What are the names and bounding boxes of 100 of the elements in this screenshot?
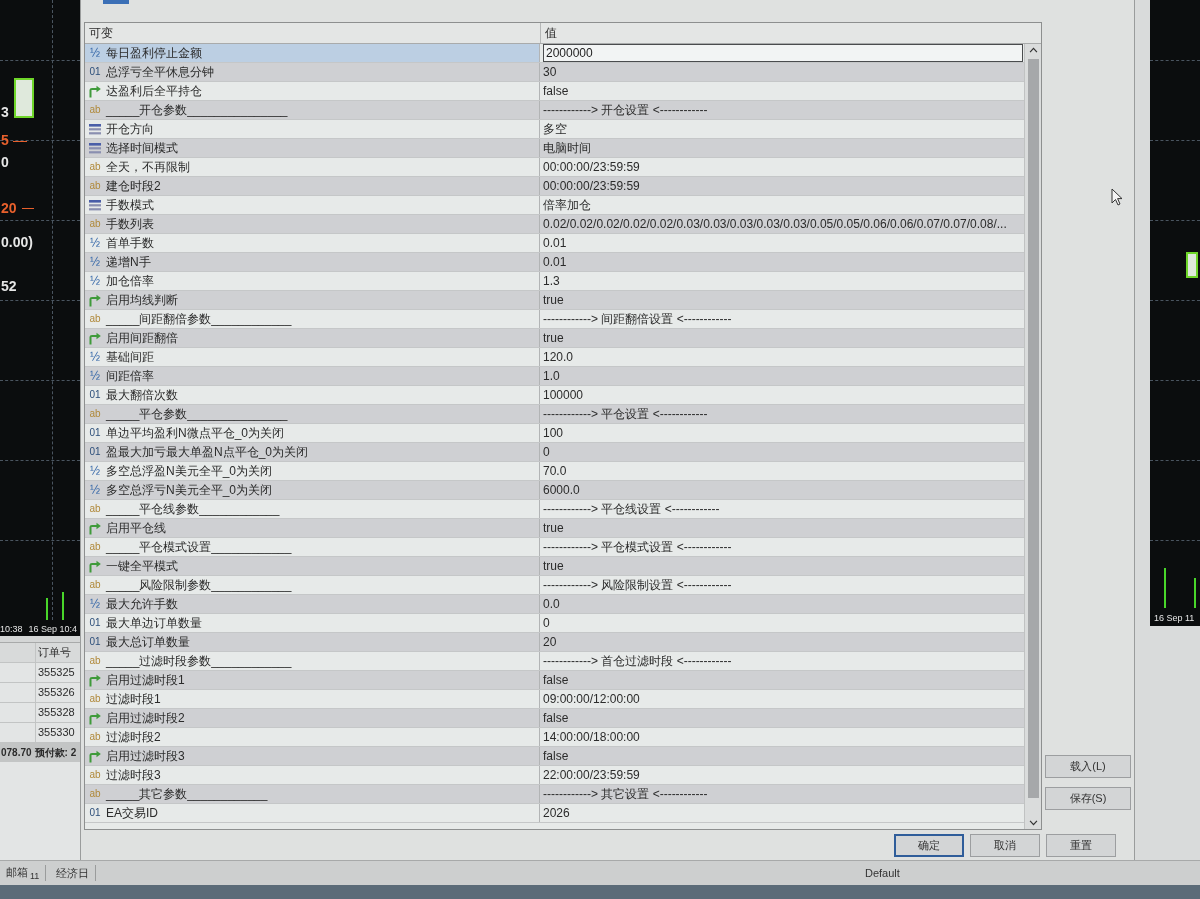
param-name: 过滤时段1 xyxy=(106,691,161,708)
param-row[interactable]: ½ 加仓倍率 1.3 xyxy=(85,272,1024,291)
param-name: _____过滤时段参数____________ xyxy=(106,653,292,670)
param-row[interactable]: 选择时间模式 电脑时间 xyxy=(85,139,1024,158)
param-row[interactable]: 01 最大翻倍次数 100000 xyxy=(85,386,1024,405)
dialog-button[interactable]: 确定 xyxy=(894,833,964,857)
param-value: 0.01 xyxy=(543,254,567,271)
param-name: 多空总浮盈N美元全平_0为关闭 xyxy=(106,463,272,480)
param-name: _____风险限制参数____________ xyxy=(106,577,292,594)
param-row[interactable]: 01 最大单边订单数量 0 xyxy=(85,614,1024,633)
param-name: 最大单边订单数量 xyxy=(106,615,202,632)
candle xyxy=(14,78,34,118)
param-row[interactable]: ab 建仓时段2 00:00:00/23:59:59 xyxy=(85,177,1024,196)
digits-icon: 01 xyxy=(88,636,102,648)
param-row[interactable]: ½ 基础间距 120.0 xyxy=(85,348,1024,367)
dialog-button[interactable]: 载入(L) xyxy=(1045,755,1131,778)
param-row[interactable]: 启用均线判断 true xyxy=(85,291,1024,310)
param-row[interactable]: 启用过滤时段3 false xyxy=(85,747,1024,766)
param-row[interactable]: ab _____开仓参数_______________ ------------> 开仓设置 <------------ xyxy=(85,101,1024,120)
param-name: 总浮亏全平休息分钟 xyxy=(106,64,214,81)
scroll-up-icon[interactable] xyxy=(1028,47,1038,53)
param-name: 手数列表 xyxy=(106,216,154,233)
param-value: 多空 xyxy=(543,121,567,138)
param-row[interactable]: 手数模式 倍率加仓 xyxy=(85,196,1024,215)
param-value: 0.0 xyxy=(543,596,560,613)
param-value: false xyxy=(543,748,569,765)
param-row[interactable]: 启用过滤时段2 false xyxy=(85,709,1024,728)
param-row[interactable]: ab 过滤时段3 22:00:00/23:59:59 xyxy=(85,766,1024,785)
param-row[interactable]: 01 盈最大加亏最大单盈N点平仓_0为关闭 0 xyxy=(85,443,1024,462)
dialog-button[interactable]: 重置 xyxy=(1046,833,1116,857)
param-row[interactable]: ½ 最大允许手数 0.0 xyxy=(85,595,1024,614)
terminal-tab[interactable]: 邮箱 $_{11}$ xyxy=(4,864,47,882)
param-name: 盈最大加亏最大单盈N点平仓_0为关闭 xyxy=(106,444,308,461)
param-value: 100 xyxy=(543,425,564,442)
param-row[interactable]: ½ 多空总浮亏N美元全平_0为关闭 6000.0 xyxy=(85,481,1024,500)
dialog-button[interactable]: 保存(S) xyxy=(1045,787,1131,810)
param-row[interactable]: 启用平仓线 true xyxy=(85,519,1024,538)
scrollbar-thumb[interactable] xyxy=(1027,59,1039,798)
list-icon xyxy=(88,122,102,136)
fraction-icon: ½ xyxy=(88,47,102,59)
param-row[interactable]: 开仓方向 多空 xyxy=(85,120,1024,139)
param-row[interactable]: 达盈利后全平持仓 false xyxy=(85,82,1024,101)
param-value: 14:00:00/18:00:00 xyxy=(543,729,640,746)
param-row[interactable]: ab _____平仓模式设置____________ ------------> 平仓模式设置 <------------ xyxy=(85,538,1024,557)
param-row[interactable]: ½ 递增N手 0.01 xyxy=(85,253,1024,272)
param-row[interactable]: 一键全平模式 true xyxy=(85,557,1024,576)
letters-icon: ab xyxy=(88,218,102,230)
value-input[interactable]: 2000000 xyxy=(543,44,1023,62)
param-name: 每日盈利停止金额 xyxy=(106,45,202,62)
column-header: 订单号 xyxy=(37,645,72,660)
letters-icon: ab xyxy=(88,693,102,705)
balance-text: 078.70 xyxy=(1,747,32,758)
param-row[interactable]: ½ 首单手数 0.01 xyxy=(85,234,1024,253)
param-name: 过滤时段3 xyxy=(106,767,161,784)
param-row[interactable]: ab _____风险限制参数____________ ------------> 风险限制设置 <------------ xyxy=(85,576,1024,595)
param-row[interactable]: 启用间距翻倍 true xyxy=(85,329,1024,348)
param-row[interactable]: ab _____其它参数____________ ------------> 其它设置 <------------ xyxy=(85,785,1024,804)
param-row[interactable]: 01 EA交易ID 2026 xyxy=(85,804,1024,823)
param-row[interactable]: ab 手数列表 0.02/0.02/0.02/0.02/0.02/0.03/0.03/0.03/0.03/0.03/0.05/0.05/0.06/0.06/0.07/0.07/0.08/... xyxy=(85,215,1024,234)
param-name: 启用过滤时段1 xyxy=(106,672,185,689)
param-row[interactable]: ab 全天，不再限制 00:00:00/23:59:59 xyxy=(85,158,1024,177)
param-row[interactable]: ab _____平仓参数_______________ ------------> 平仓设置 <------------ xyxy=(85,405,1024,424)
param-row[interactable]: ab _____间距翻倍参数____________ ------------> 间距翻倍设置 <------------ xyxy=(85,310,1024,329)
param-row[interactable]: ½ 间距倍率 1.0 xyxy=(85,367,1024,386)
param-name: 选择时间模式 xyxy=(106,140,178,157)
param-row[interactable]: ab _____平仓线参数____________ ------------> 平仓线设置 <------------ xyxy=(85,500,1024,519)
param-name: 启用过滤时段2 xyxy=(106,710,185,727)
price-label: 3 xyxy=(1,104,9,120)
param-value: 0.02/0.02/0.02/0.02/0.02/0.03/0.03/0.03/0.03/0.03/0.05/0.05/0.06/0.06/0.07/0.07/0.08/... xyxy=(543,216,1007,233)
dialog-button[interactable]: 取消 xyxy=(970,833,1040,857)
param-name: 递增N手 xyxy=(106,254,151,271)
terminal-tab[interactable]: 经济日 xyxy=(54,864,97,882)
param-row[interactable]: 01 最大总订单数量 20 xyxy=(85,633,1024,652)
param-name: 间距倍率 xyxy=(106,368,154,385)
param-name: 一键全平模式 xyxy=(106,558,178,575)
param-value: true xyxy=(543,520,564,537)
fraction-icon: ½ xyxy=(88,351,102,363)
param-name: 达盈利后全平持仓 xyxy=(106,83,202,100)
list-icon xyxy=(88,141,102,155)
param-row[interactable]: ½ 多空总浮盈N美元全平_0为关闭 70.0 xyxy=(85,462,1024,481)
letters-icon: ab xyxy=(88,408,102,420)
param-value: 00:00:00/23:59:59 xyxy=(543,159,640,176)
param-row[interactable]: ab _____过滤时段参数____________ ------------> 首仓过滤时段 <------------ xyxy=(85,652,1024,671)
price-label: 0.00) xyxy=(1,234,33,250)
param-row[interactable]: ab 过滤时段2 14:00:00/18:00:00 xyxy=(85,728,1024,747)
param-name: _____平仓线参数____________ xyxy=(106,501,280,518)
fraction-icon: ½ xyxy=(88,465,102,477)
digits-icon: 01 xyxy=(88,66,102,78)
param-row[interactable]: ab 过滤时段1 09:00:00/12:00:00 xyxy=(85,690,1024,709)
param-name: _____平仓模式设置____________ xyxy=(106,539,292,556)
param-row[interactable]: ½ 每日盈利停止金额 2000000 xyxy=(85,44,1024,63)
param-row[interactable]: 01 总浮亏全平休息分钟 30 xyxy=(85,63,1024,82)
param-value: 09:00:00/12:00:00 xyxy=(543,691,640,708)
param-name: 全天，不再限制 xyxy=(106,159,190,176)
scrollbar[interactable] xyxy=(1024,44,1041,829)
param-row[interactable]: 01 单边平均盈利N微点平仓_0为关闭 100 xyxy=(85,424,1024,443)
param-row[interactable]: 启用过滤时段1 false xyxy=(85,671,1024,690)
order-cell-text: 355328 xyxy=(37,705,76,720)
order-cell-text: 355326 xyxy=(37,685,76,700)
scroll-down-icon[interactable] xyxy=(1028,820,1038,826)
